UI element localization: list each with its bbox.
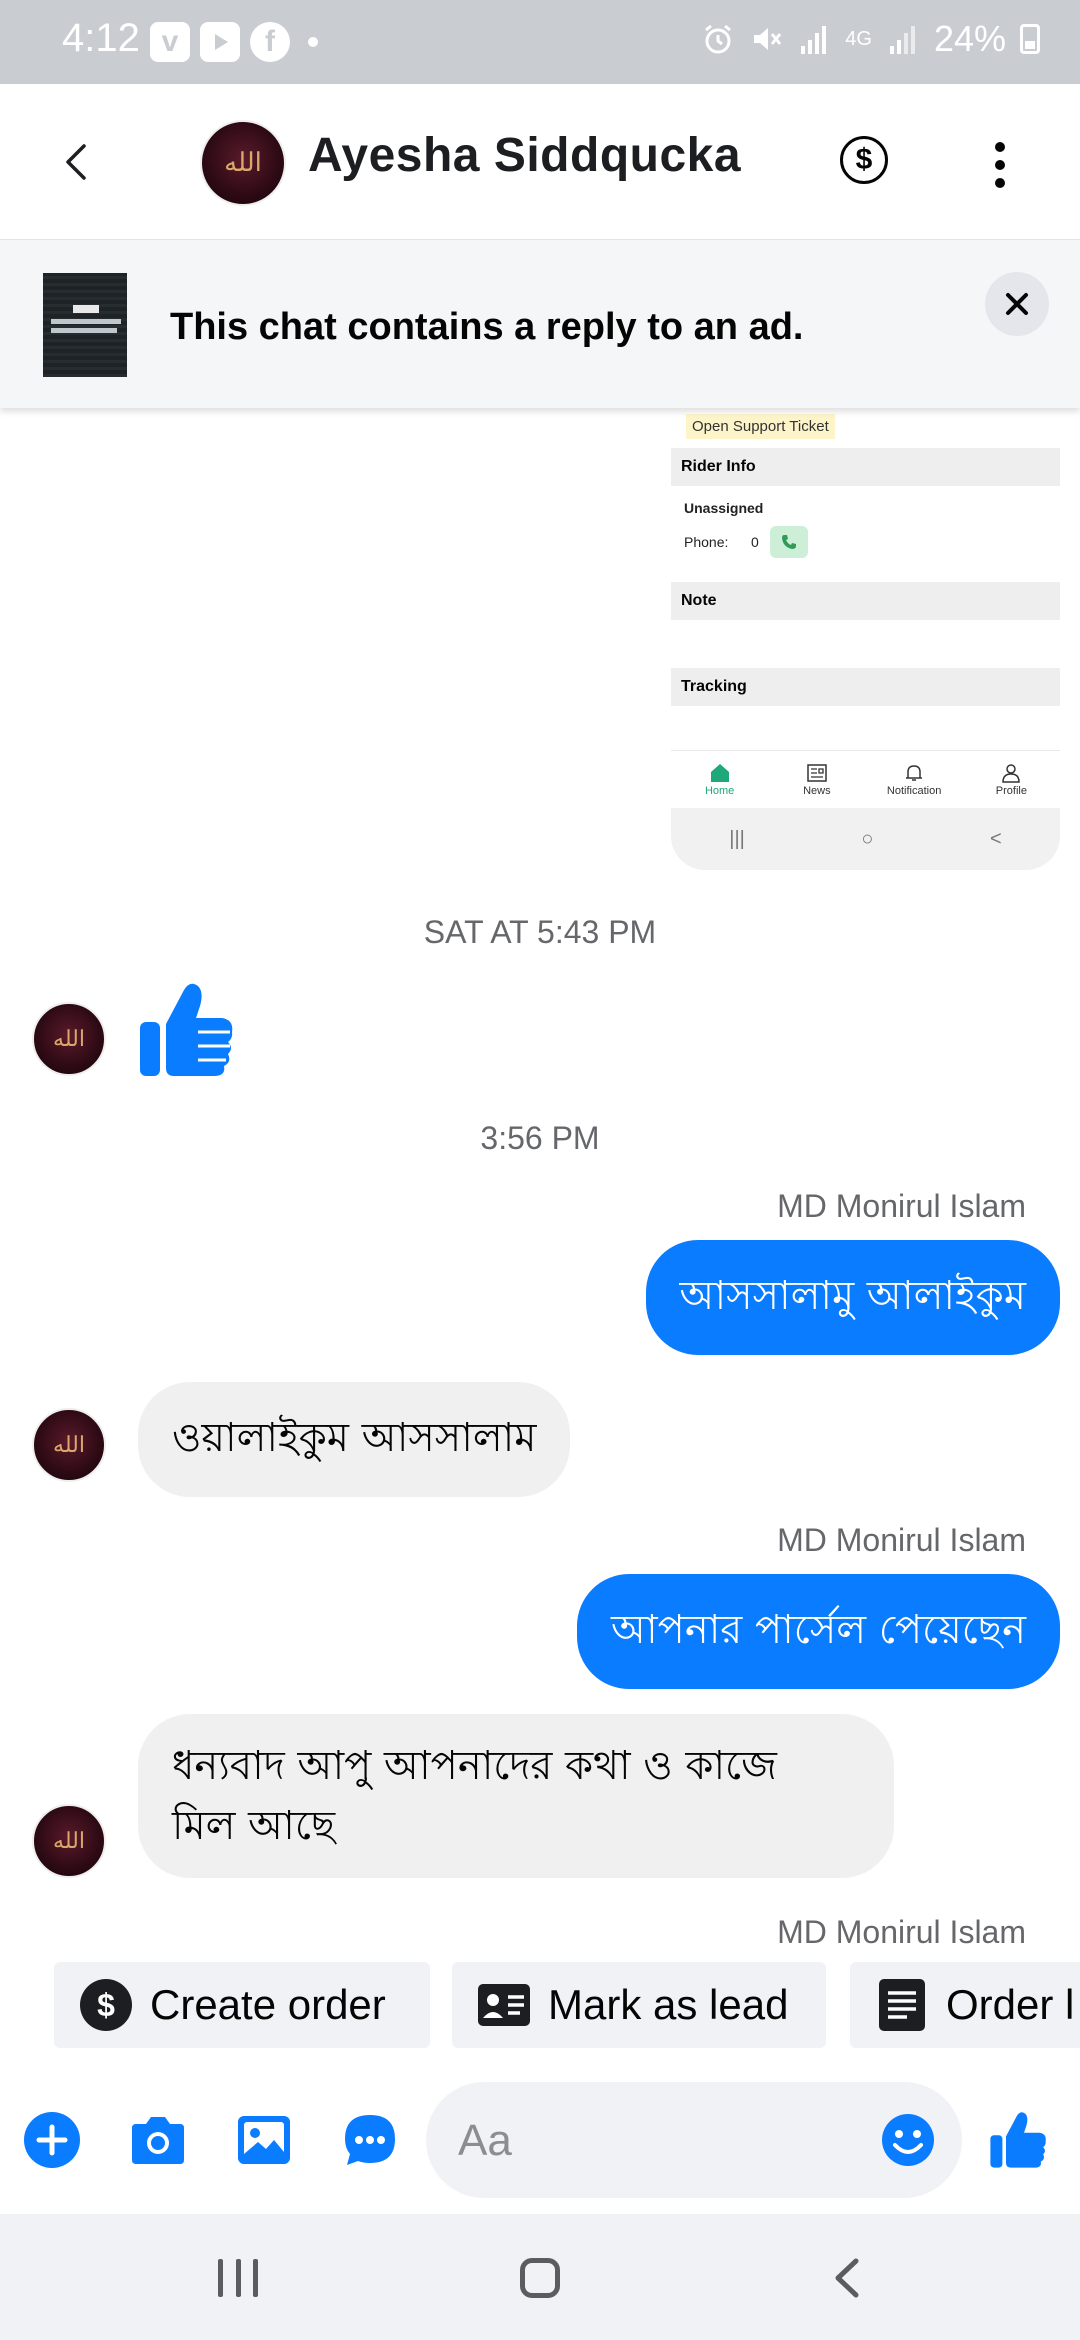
shot-bottom-nav: Home News Notification Profile <box>671 750 1060 808</box>
chat-bubble-icon[interactable] <box>342 2112 398 2168</box>
outgoing-message[interactable]: আসসালামু আলাইকুম <box>645 1240 1060 1355</box>
signal-icon <box>801 26 827 54</box>
more-icon[interactable] <box>994 142 1006 188</box>
ad-reply-banner: This chat contains a reply to an ad. <box>0 240 1080 408</box>
recents-button[interactable] <box>218 2259 258 2297</box>
battery-percent: 24% <box>933 18 1006 59</box>
tracking-title: Tracking <box>671 668 1060 706</box>
dollar-icon[interactable]: $ <box>840 136 888 184</box>
status-time: 4:12 <box>62 16 140 60</box>
profile-icon <box>1002 763 1021 783</box>
note-title: Note <box>671 582 1060 620</box>
back-icon[interactable] <box>58 142 98 182</box>
message-line: ধন্যবাদ আপু আপনাদের কথা ও কাজে <box>172 1743 777 1789</box>
bell-icon <box>906 764 923 781</box>
mark-as-lead-label: Mark as lead <box>548 1981 789 2028</box>
avatar[interactable]: الله <box>32 1408 106 1482</box>
youtube-icon <box>200 22 240 62</box>
home-icon <box>710 763 729 782</box>
order-button[interactable]: Order l <box>850 1962 1080 2048</box>
nav-news: News <box>768 751 865 808</box>
signal-icon <box>889 26 915 54</box>
phone-icon <box>770 526 808 558</box>
alarm-icon <box>705 24 732 54</box>
like-icon[interactable] <box>138 980 234 1080</box>
sender-name: MD Monirul Islam <box>777 1914 1026 1950</box>
timestamp: 3:56 PM <box>480 1120 600 1156</box>
avatar[interactable]: الله <box>32 1002 106 1076</box>
close-icon[interactable] <box>985 272 1049 336</box>
network-type: 4G <box>845 27 872 50</box>
order-label: Order l <box>946 1981 1075 2028</box>
avatar[interactable]: الله <box>32 1804 106 1878</box>
composer: Aa <box>0 2058 1080 2212</box>
shared-image[interactable]: Open Support Ticket Rider Info Unassigne… <box>671 408 1060 870</box>
system-icons: 4G 24% <box>701 18 1040 60</box>
facebook-icon: f <box>250 22 290 62</box>
chat-header: الله Ayesha Siddqucka $ <box>0 84 1080 240</box>
message-input-placeholder: Aa <box>458 2116 512 2165</box>
quick-actions: $ Create order Mark as lead Order l <box>0 1958 1080 2058</box>
avatar[interactable]: الله <box>200 120 286 206</box>
battery-icon <box>1020 24 1040 54</box>
shot-system-nav: ||| ○ < <box>671 808 1060 870</box>
create-order-button[interactable]: $ Create order <box>54 1962 430 2048</box>
plus-icon[interactable] <box>24 2112 80 2168</box>
home-button[interactable] <box>520 2258 560 2298</box>
outgoing-message[interactable]: আপনার পার্সেল পেয়েছেন <box>577 1574 1060 1689</box>
camera-icon[interactable] <box>130 2112 186 2168</box>
page-title[interactable]: Ayesha Siddqucka <box>308 128 741 183</box>
image-icon[interactable] <box>236 2112 292 2168</box>
svg-text:$: $ <box>97 1987 115 2023</box>
nav-profile: Profile <box>963 751 1060 808</box>
mark-as-lead-button[interactable]: Mark as lead <box>452 1962 826 2048</box>
emoji-icon[interactable] <box>880 2112 936 2168</box>
incoming-message[interactable]: ওয়ালাইকুম আসসালাম <box>138 1382 571 1497</box>
create-order-label: Create order <box>150 1981 386 2028</box>
status-bar: 4:12 v f 4G 24% <box>0 0 1080 84</box>
timestamp: SAT AT 5:43 PM <box>423 914 657 950</box>
v-app-icon: v <box>150 22 190 62</box>
sender-name: MD Monirul Islam <box>777 1522 1026 1558</box>
sender-name: MD Monirul Islam <box>777 1188 1026 1224</box>
incoming-message[interactable]: ধন্যবাদ আপু আপনাদের কথা ও কাজে মিল আছে <box>138 1714 894 1878</box>
dot-icon <box>308 37 318 47</box>
nav-home: Home <box>671 751 768 808</box>
news-icon <box>807 763 827 782</box>
list-icon <box>876 1979 928 2031</box>
rider-info-title: Rider Info <box>671 448 1060 486</box>
message-line: মিল আছে <box>172 1803 336 1849</box>
notification-icons: v f <box>150 22 318 62</box>
ad-banner-text: This chat contains a reply to an ad. <box>170 306 804 348</box>
system-nav-bar <box>0 2214 1080 2340</box>
like-icon[interactable] <box>988 2110 1048 2170</box>
message-list[interactable]: Open Support Ticket Rider Info Unassigne… <box>0 408 1080 1958</box>
contact-card-icon <box>478 1979 530 2031</box>
phone-value: 0 <box>751 534 759 550</box>
phone-label: Phone: <box>684 534 729 550</box>
back-button[interactable] <box>830 2258 866 2298</box>
ad-thumbnail[interactable] <box>43 273 127 377</box>
rider-status: Unassigned <box>684 500 764 516</box>
nav-notification: Notification <box>866 751 963 808</box>
mute-icon <box>754 28 782 50</box>
dollar-icon: $ <box>80 1979 132 2031</box>
open-support-ticket: Open Support Ticket <box>686 414 835 439</box>
